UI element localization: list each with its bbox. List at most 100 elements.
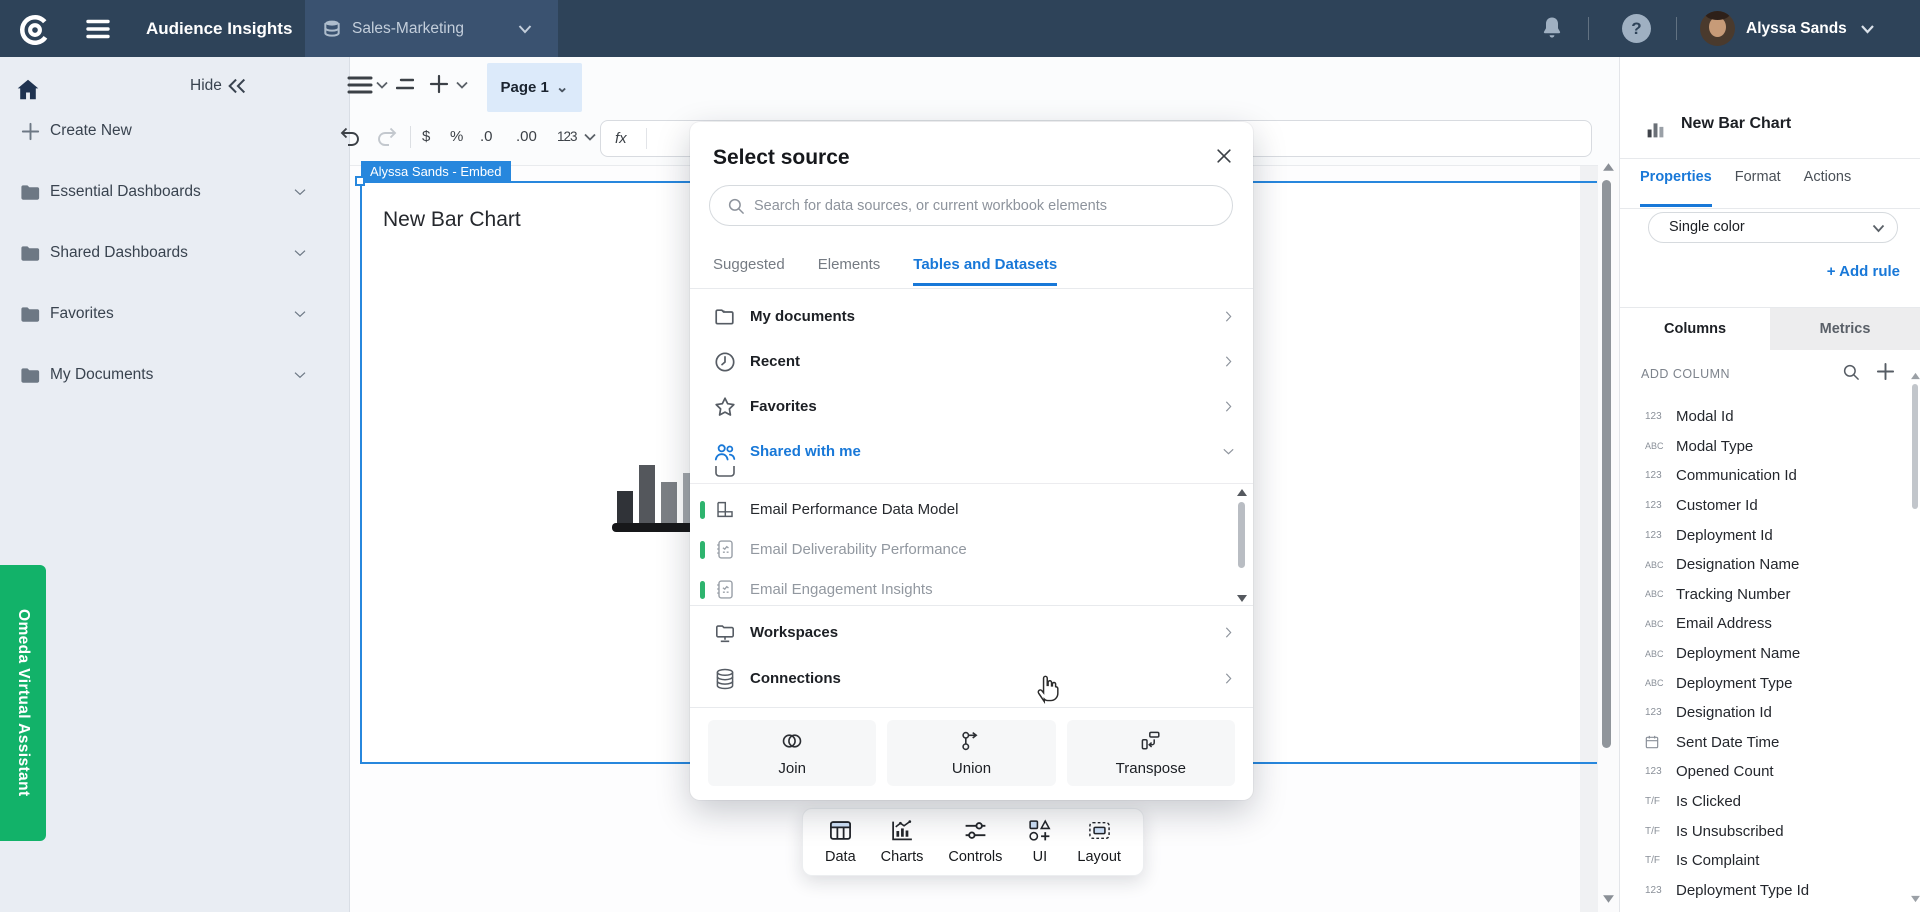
notifications-icon[interactable] bbox=[1540, 16, 1564, 42]
tab-suggested[interactable]: Suggested bbox=[713, 256, 785, 286]
chevron-down-icon[interactable] bbox=[292, 245, 308, 261]
chevron-down-icon[interactable] bbox=[456, 81, 468, 89]
page-tab[interactable]: Page 1⌄ bbox=[487, 63, 582, 112]
shared-item-email-performance-data-model[interactable]: Email Performance Data Model bbox=[690, 490, 1253, 530]
column-row[interactable]: T/FIs Clicked bbox=[1620, 787, 1912, 817]
chevron-down-icon[interactable] bbox=[518, 24, 532, 34]
dock-charts-button[interactable]: Charts bbox=[881, 818, 924, 875]
column-row[interactable]: ABCDeployment Type bbox=[1620, 668, 1912, 698]
canvas-scrollbar-thumb[interactable] bbox=[1602, 180, 1611, 748]
omeda-logo-icon[interactable] bbox=[17, 12, 53, 48]
scroll-up-icon[interactable] bbox=[1910, 372, 1920, 380]
join-button[interactable]: Join bbox=[708, 720, 876, 786]
percent-format-icon[interactable]: % bbox=[450, 118, 463, 156]
column-row[interactable]: 123Modal Id bbox=[1620, 402, 1912, 432]
column-row[interactable]: Sent Date Time bbox=[1620, 728, 1912, 758]
workspace-name[interactable]: Sales-Marketing bbox=[352, 0, 464, 57]
chevron-down-icon[interactable] bbox=[1872, 224, 1885, 233]
column-row[interactable]: 123Deployment Type Id bbox=[1620, 876, 1912, 906]
tab-elements[interactable]: Elements bbox=[818, 256, 881, 286]
panel-tab-format[interactable]: Format bbox=[1735, 169, 1781, 207]
dock-data-button[interactable]: Data bbox=[825, 818, 856, 875]
tab-tables-and-datasets[interactable]: Tables and Datasets bbox=[913, 256, 1057, 286]
source-item-recent[interactable]: Recent bbox=[690, 339, 1253, 384]
column-row[interactable]: ABCDeployment Name bbox=[1620, 639, 1912, 669]
column-row[interactable]: 123Communication Id bbox=[1620, 461, 1912, 491]
source-item-workspaces[interactable]: Workspaces bbox=[690, 610, 1253, 655]
column-row[interactable]: 123Deployment Id bbox=[1620, 520, 1912, 550]
transpose-button[interactable]: Transpose bbox=[1067, 720, 1235, 786]
sidebar-item-favorites[interactable]: Favorites bbox=[0, 284, 350, 344]
help-icon[interactable]: ? bbox=[1622, 14, 1651, 43]
sidebar-item-essential-dashboards[interactable]: Essential Dashboards bbox=[0, 162, 350, 222]
redo-icon[interactable] bbox=[376, 127, 397, 147]
add-rule-button[interactable]: + Add rule bbox=[1620, 263, 1900, 280]
source-item-connections[interactable]: Connections bbox=[690, 656, 1253, 701]
column-row[interactable]: ABCModal Type bbox=[1620, 432, 1912, 462]
sidebar-item-shared-dashboards[interactable]: Shared Dashboards bbox=[0, 223, 350, 283]
plus-icon bbox=[19, 120, 42, 143]
add-element-icon[interactable] bbox=[429, 74, 449, 94]
menu-icon[interactable] bbox=[86, 19, 110, 39]
hide-sidebar-label[interactable]: Hide bbox=[190, 73, 222, 99]
scroll-down-icon[interactable] bbox=[1602, 894, 1615, 904]
increase-decimals-icon[interactable]: .00 bbox=[516, 118, 537, 156]
column-row[interactable]: ABCDesignation Name bbox=[1620, 550, 1912, 580]
virtual-assistant-banner[interactable]: Omeda Virtual Assistant bbox=[0, 565, 46, 841]
dock-layout-button[interactable]: Layout bbox=[1077, 818, 1121, 875]
column-row[interactable]: 123Designation Id bbox=[1620, 698, 1912, 728]
scroll-down-icon[interactable] bbox=[1236, 594, 1248, 603]
color-mode-select[interactable]: Single color bbox=[1648, 212, 1898, 243]
subtab-columns[interactable]: Columns bbox=[1620, 308, 1770, 350]
search-icon[interactable] bbox=[1842, 363, 1860, 381]
collapse-double-chevron-icon[interactable] bbox=[226, 75, 248, 97]
sidebar-item-my-documents[interactable]: My Documents bbox=[0, 345, 350, 405]
sublist-scrollbar-thumb[interactable] bbox=[1238, 502, 1245, 568]
chevron-down-icon[interactable] bbox=[1860, 24, 1875, 34]
decrease-decimals-icon[interactable]: .0 bbox=[480, 118, 493, 156]
column-row[interactable]: T/FIs Unsubscribed bbox=[1620, 816, 1912, 846]
subtab-metrics[interactable]: Metrics bbox=[1770, 308, 1920, 350]
union-button[interactable]: Union bbox=[887, 720, 1055, 786]
source-item-my-documents[interactable]: My documents bbox=[690, 294, 1253, 339]
chevron-down-icon[interactable] bbox=[376, 81, 388, 89]
scroll-up-icon[interactable] bbox=[1236, 488, 1248, 497]
ui-icon bbox=[1027, 818, 1052, 843]
column-row[interactable]: T/FIs Complaint bbox=[1620, 846, 1912, 876]
column-row[interactable]: ABCTracking Number bbox=[1620, 580, 1912, 610]
home-icon[interactable] bbox=[15, 77, 41, 103]
chevron-down-icon[interactable] bbox=[292, 184, 308, 200]
outline-icon[interactable] bbox=[396, 77, 414, 93]
scroll-down-icon[interactable] bbox=[1910, 895, 1920, 903]
source-search-input[interactable] bbox=[709, 185, 1233, 226]
shared-item-email-deliverability-performance[interactable]: Email Deliverability Performance bbox=[690, 530, 1253, 570]
dock-ui-button[interactable]: UI bbox=[1027, 818, 1052, 875]
panel-scrollbar-thumb[interactable] bbox=[1912, 384, 1918, 509]
user-name[interactable]: Alyssa Sands bbox=[1746, 0, 1847, 57]
currency-format-icon[interactable]: $ bbox=[422, 118, 430, 156]
chevron-down-icon[interactable] bbox=[584, 133, 596, 141]
selection-resize-handle[interactable] bbox=[355, 176, 365, 186]
number-format-icon[interactable]: 123 bbox=[557, 118, 577, 156]
add-column-label: ADD COLUMN bbox=[1641, 367, 1730, 381]
chevron-down-icon[interactable] bbox=[292, 367, 308, 383]
scroll-up-icon[interactable] bbox=[1602, 162, 1615, 172]
grid-options-icon[interactable] bbox=[347, 75, 373, 95]
sidebar-item-create-new[interactable]: Create New bbox=[0, 101, 350, 161]
source-item-favorites[interactable]: Favorites bbox=[690, 384, 1253, 429]
panel-tab-actions[interactable]: Actions bbox=[1804, 169, 1852, 207]
column-row[interactable]: 123Customer Id bbox=[1620, 491, 1912, 521]
column-row[interactable]: ABCEmail Address bbox=[1620, 609, 1912, 639]
chevron-down-icon[interactable] bbox=[292, 306, 308, 322]
layout-icon bbox=[1087, 818, 1112, 843]
column-type-icon: ABC bbox=[1645, 441, 1675, 451]
dock-controls-button[interactable]: Controls bbox=[948, 818, 1002, 875]
panel-tab-properties[interactable]: Properties bbox=[1640, 169, 1712, 207]
column-row[interactable]: 123Opened Count bbox=[1620, 757, 1912, 787]
add-column-icon[interactable] bbox=[1876, 362, 1895, 381]
close-icon[interactable] bbox=[1214, 146, 1234, 166]
undo-icon[interactable] bbox=[340, 127, 361, 147]
user-avatar[interactable] bbox=[1700, 11, 1735, 46]
element-title[interactable]: New Bar Chart bbox=[383, 208, 521, 232]
shared-item-email-engagement-insights[interactable]: Email Engagement Insights bbox=[690, 570, 1253, 606]
